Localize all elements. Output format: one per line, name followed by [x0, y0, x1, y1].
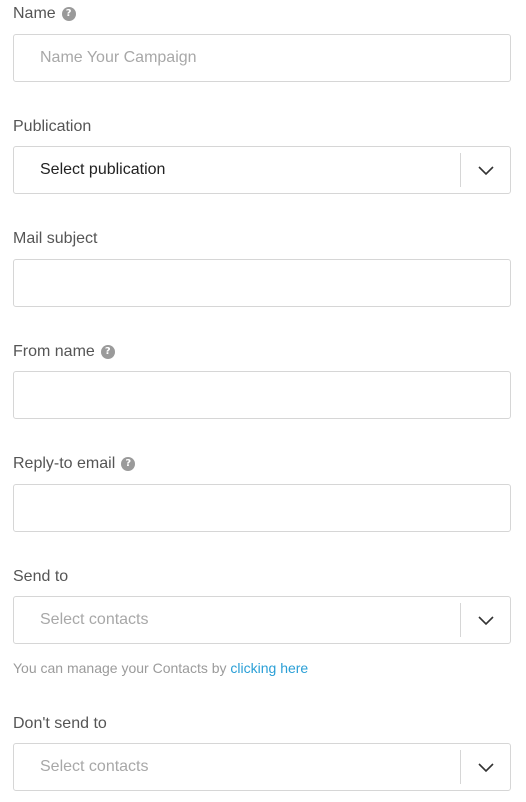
send-to-select[interactable]: Select contacts — [13, 596, 511, 644]
dont-send-to-placeholder: Select contacts — [40, 758, 149, 775]
dont-send-to-label: Don't send to — [13, 715, 107, 733]
chevron-down-icon[interactable] — [476, 612, 496, 628]
contacts-hint: You can manage your Contacts by clicking… — [13, 660, 308, 676]
from-name-input[interactable] — [13, 371, 511, 419]
help-icon[interactable]: ? — [121, 457, 136, 471]
campaign-name-placeholder: Name Your Campaign — [40, 49, 197, 66]
reply-to-email-input[interactable] — [13, 484, 511, 532]
publication-select[interactable]: Select publication — [13, 146, 511, 194]
dont-send-to-select[interactable]: Select contacts — [13, 743, 511, 791]
mail-subject-label-text: Mail subject — [13, 230, 98, 247]
help-icon[interactable]: ? — [61, 7, 76, 21]
mail-subject-label: Mail subject — [13, 230, 97, 248]
chevron-down-icon[interactable] — [476, 759, 496, 775]
send-to-label: Send to — [13, 568, 68, 586]
send-to-placeholder: Select contacts — [40, 611, 149, 628]
publication-label: Publication — [13, 118, 91, 136]
help-icon[interactable]: ? — [100, 345, 115, 359]
mail-subject-input[interactable] — [13, 259, 511, 307]
send-to-label-text: Send to — [13, 568, 69, 585]
reply-to-label-text: Reply-to email — [13, 455, 116, 472]
contacts-hint-text: You can manage your Contacts by — [13, 660, 231, 676]
publication-selected-value: Select publication — [40, 161, 166, 178]
chevron-down-icon[interactable] — [476, 162, 496, 178]
from-name-label: From name ? — [13, 343, 115, 361]
reply-to-label: Reply-to email ? — [13, 455, 136, 473]
name-label: Name ? — [13, 5, 76, 23]
publication-label-text: Publication — [13, 118, 92, 135]
name-label-text: Name — [13, 5, 56, 22]
manage-contacts-link[interactable]: clicking here — [230, 660, 308, 676]
select-divider — [460, 603, 461, 637]
select-divider — [460, 153, 461, 187]
select-divider — [460, 750, 461, 784]
from-name-label-text: From name — [13, 343, 95, 360]
dont-send-to-label-text: Don't send to — [13, 715, 107, 732]
campaign-name-input[interactable]: Name Your Campaign — [13, 34, 511, 82]
